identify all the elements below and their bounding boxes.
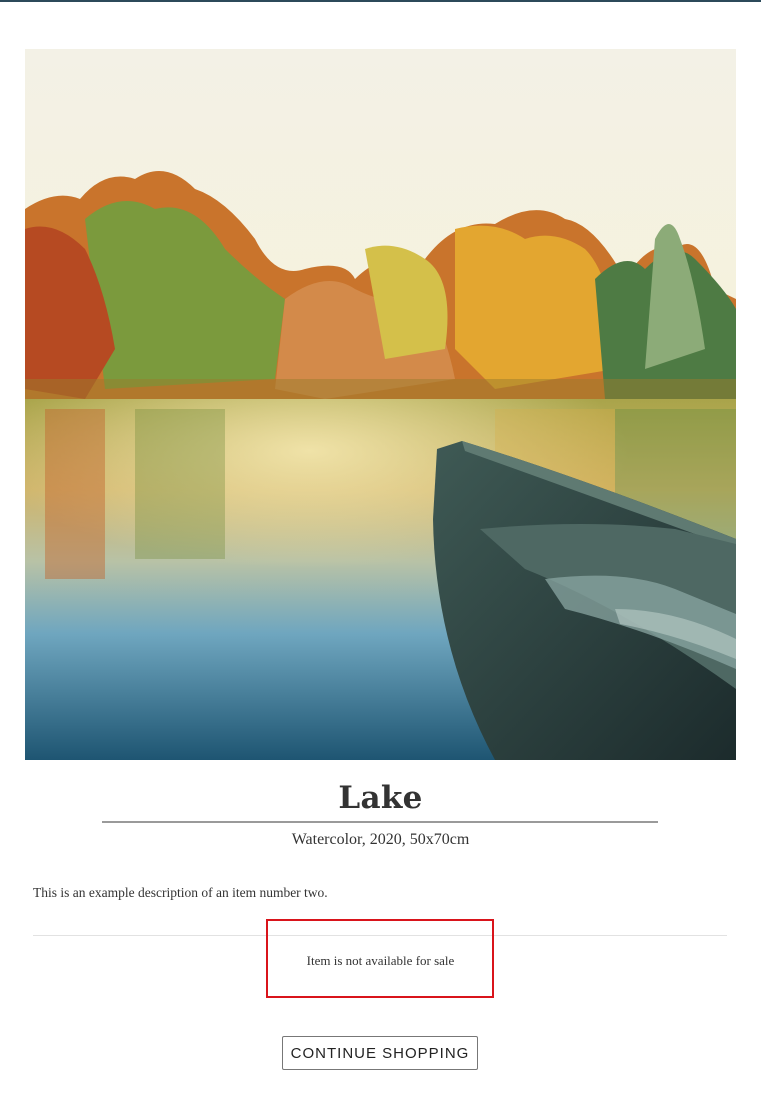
continue-shopping-button[interactable]: CONTINUE SHOPPING: [282, 1036, 478, 1070]
product-description: This is an example description of an ite…: [33, 885, 328, 900]
title-underline: [102, 821, 658, 823]
availability-status: Item is not available for sale: [306, 953, 455, 968]
top-bar: [0, 0, 761, 2]
product-title: Lake: [338, 780, 423, 816]
product-subtitle: Watercolor, 2020, 50x70cm: [291, 831, 470, 848]
product-image: [25, 49, 736, 760]
